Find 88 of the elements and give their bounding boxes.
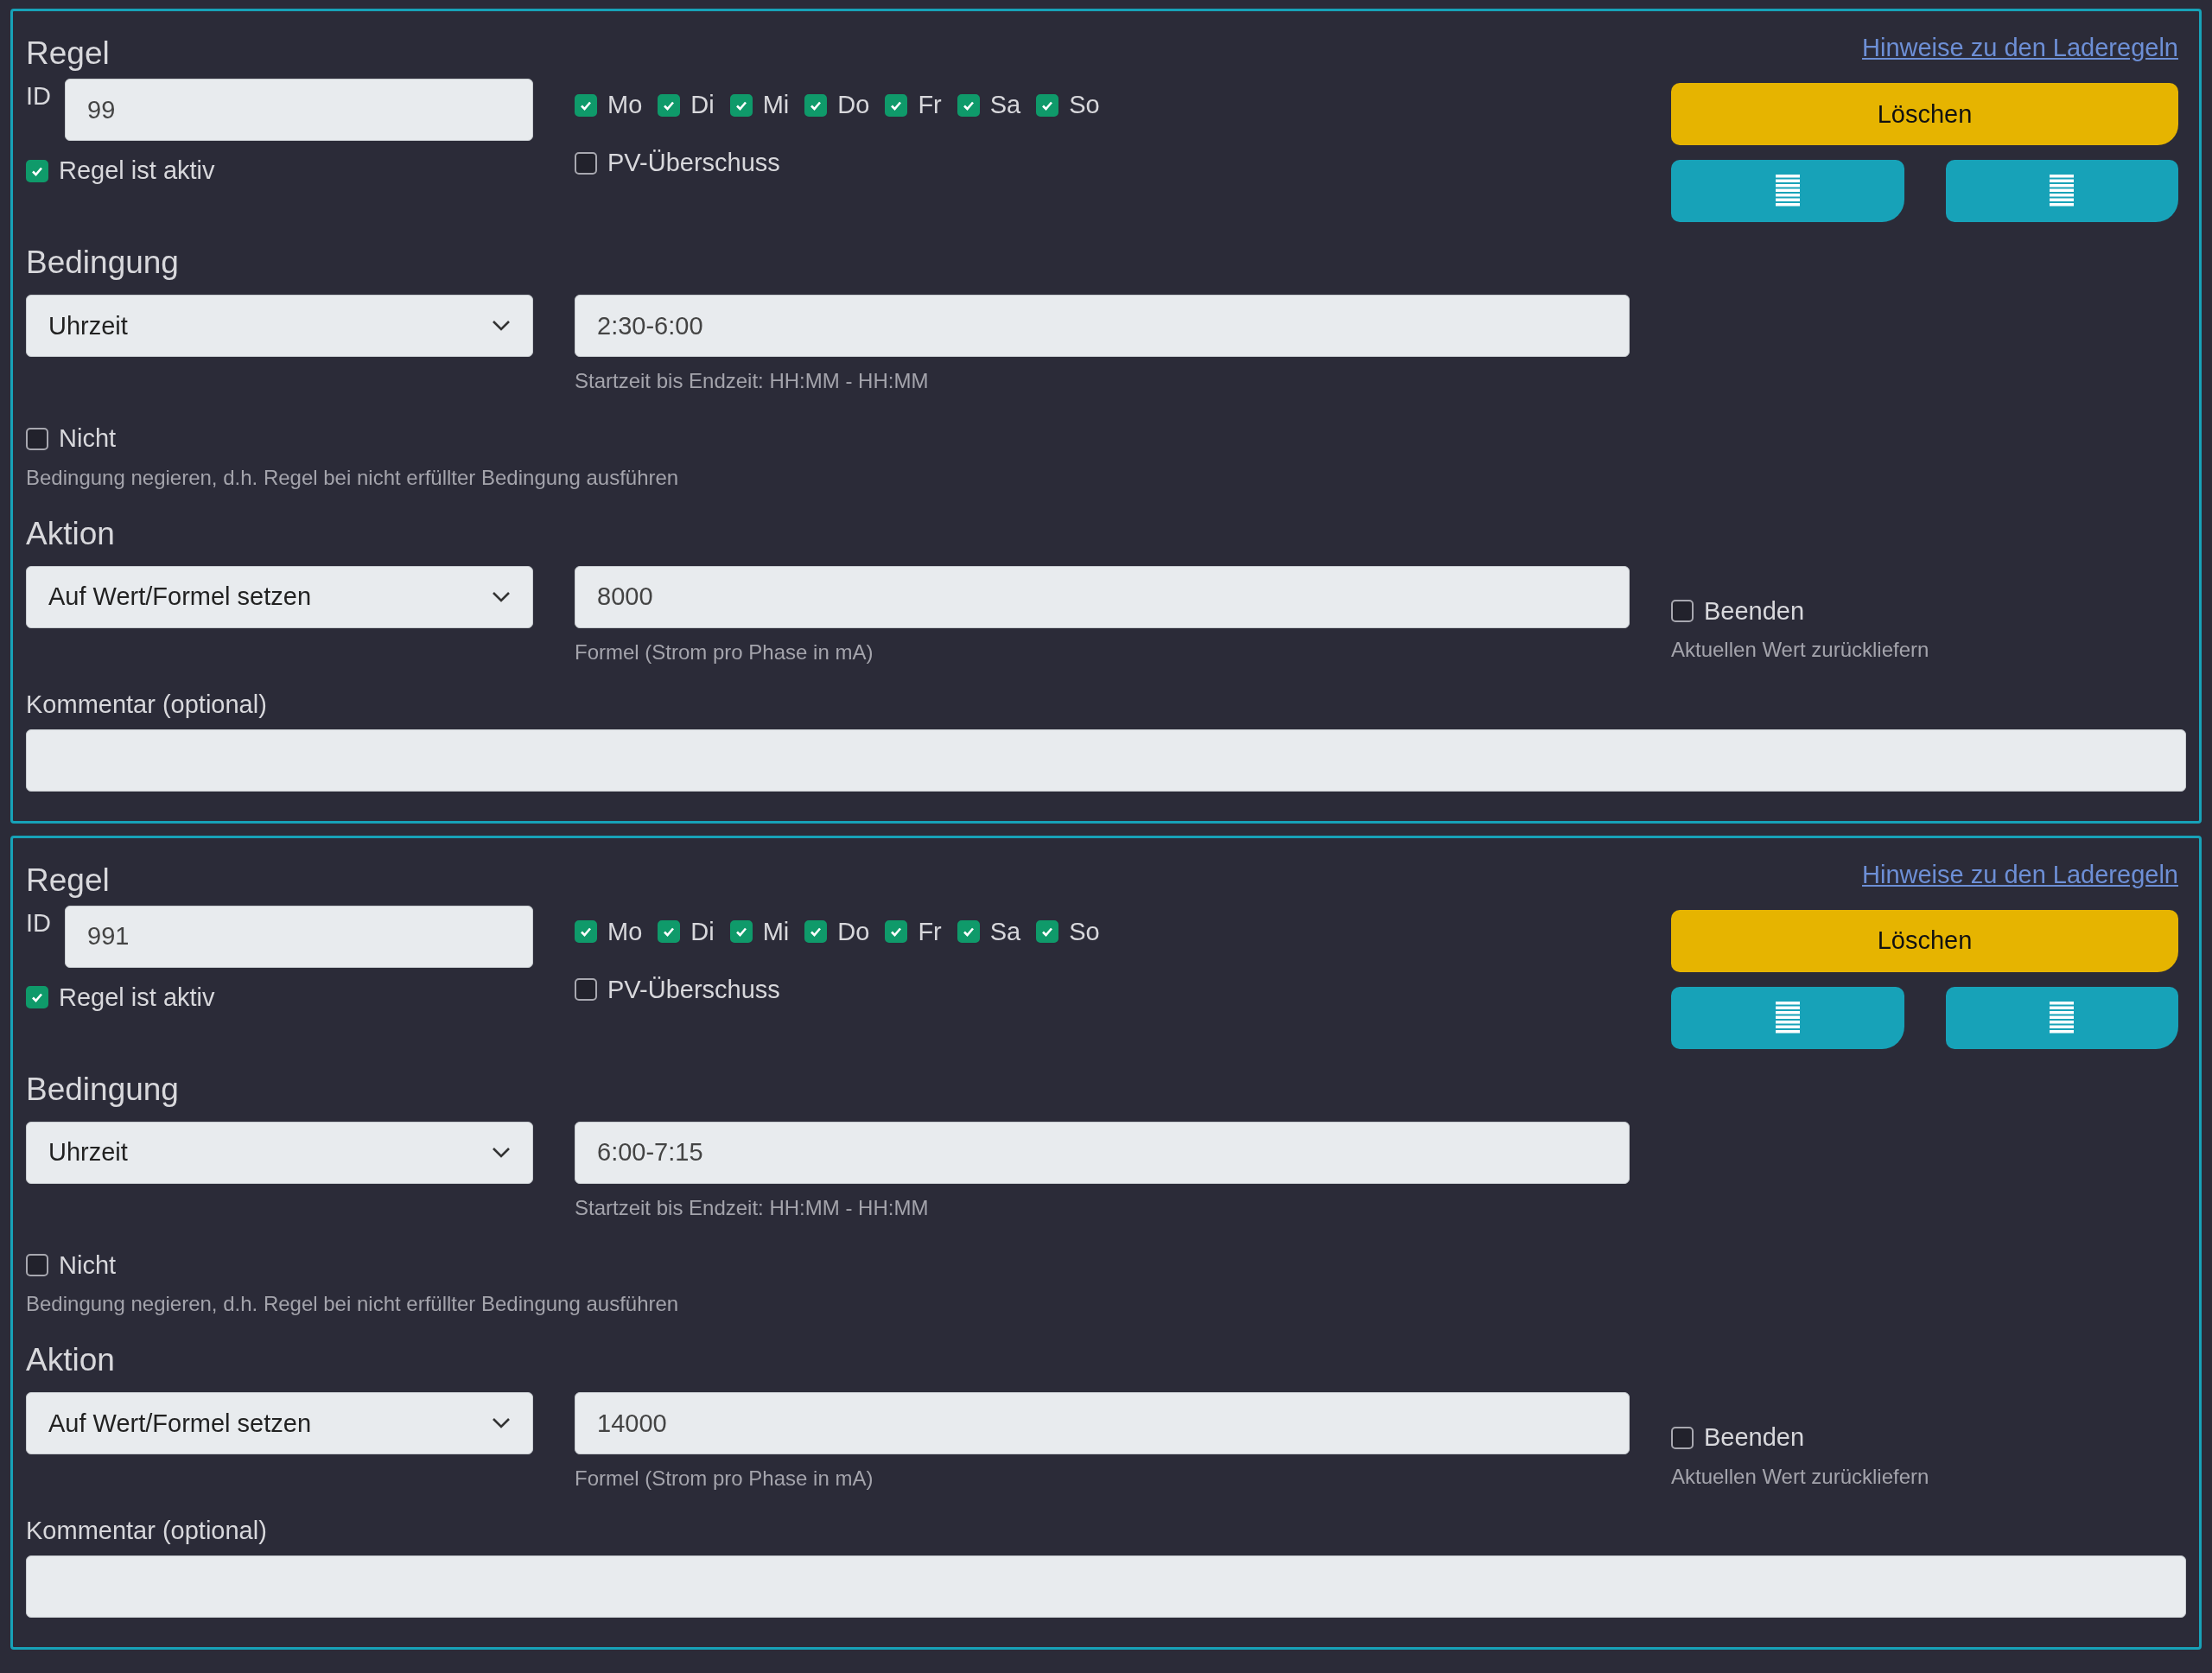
checkbox[interactable] xyxy=(729,93,753,117)
checkbox[interactable] xyxy=(26,159,48,182)
list-button[interactable] xyxy=(1945,986,2178,1049)
checkbox-label: So xyxy=(1069,917,1100,946)
id-field[interactable]: 991 xyxy=(65,905,533,968)
hint-text: Bedingung negieren, d.h. Regel bei nicht erfüllter Bedingung ausführen xyxy=(26,1292,680,1316)
checkbox-label: Mo xyxy=(607,917,643,946)
chevron-down-icon xyxy=(492,1417,511,1429)
action-select[interactable]: Auf Wert/Formel setzen xyxy=(26,1392,533,1454)
checkbox-label: Sa xyxy=(989,91,1021,119)
hint-text: Formel (Strom pro Phase in mA) xyxy=(575,639,874,665)
checkbox[interactable] xyxy=(1036,93,1059,117)
checkbox-label: Di xyxy=(690,917,715,946)
checkbox-label: Regel ist aktiv xyxy=(59,983,215,1012)
list-lines-icon xyxy=(1775,175,1800,207)
checkbox-label: Beenden xyxy=(1704,1423,1805,1452)
checkbox-label: Do xyxy=(837,91,870,119)
checkbox[interactable] xyxy=(575,920,597,943)
id-label: ID xyxy=(26,907,51,938)
checkbox[interactable] xyxy=(1036,920,1059,943)
section-heading: Aktion xyxy=(26,515,116,552)
list-button[interactable] xyxy=(1671,986,1904,1049)
formula-field[interactable]: 8000 xyxy=(575,565,1630,628)
checkbox-label: PV-Überschuss xyxy=(607,975,780,1004)
checkbox[interactable] xyxy=(26,986,48,1008)
checkbox[interactable] xyxy=(885,920,908,943)
checkbox-label: Regel ist aktiv xyxy=(59,156,215,185)
section-heading: Bedingung xyxy=(26,245,180,281)
condition-field[interactable]: 6:00-7:15 xyxy=(575,1121,1630,1184)
condition-select[interactable]: Uhrzeit xyxy=(26,295,533,357)
checkbox[interactable] xyxy=(658,920,681,943)
hint-text: Bedingung negieren, d.h. Regel bei nicht erfüllter Bedingung ausführen xyxy=(26,465,680,490)
hint-text: Formel (Strom pro Phase in mA) xyxy=(575,1466,874,1491)
checkbox-label: Sa xyxy=(989,917,1021,946)
section-heading: Aktion xyxy=(26,1342,116,1378)
delete-button[interactable]: Löschen xyxy=(1671,83,2178,145)
checkbox-label: Mi xyxy=(762,917,790,946)
checkbox[interactable] xyxy=(885,93,908,117)
checkbox[interactable] xyxy=(575,151,597,175)
help-link[interactable]: Hinweise zu den Laderegeln xyxy=(1862,34,2178,62)
checkbox-label: Mi xyxy=(762,91,790,119)
checkbox-label: Nicht xyxy=(59,1250,117,1280)
condition-field[interactable]: 2:30-6:00 xyxy=(575,295,1630,357)
action-select[interactable]: Auf Wert/Formel setzen xyxy=(26,565,533,628)
checkbox-label: PV-Überschuss xyxy=(607,149,780,177)
hint-text: Aktuellen Wert zurückliefern xyxy=(1671,1464,1930,1489)
checkbox-label: Nicht xyxy=(59,424,117,453)
id-field[interactable]: 99 xyxy=(65,79,533,141)
hint-text: Aktuellen Wert zurückliefern xyxy=(1671,638,1930,662)
checkbox[interactable] xyxy=(1671,1426,1694,1449)
list-lines-icon xyxy=(2050,175,2075,207)
comment-field[interactable] xyxy=(26,1555,2186,1618)
list-lines-icon xyxy=(2050,1001,2075,1034)
comment-label: Kommentar (optional) xyxy=(26,690,268,719)
section-title: Regel xyxy=(26,862,111,899)
comment-label: Kommentar (optional) xyxy=(26,1517,268,1545)
checkbox[interactable] xyxy=(26,1254,48,1276)
delete-button[interactable]: Löschen xyxy=(1671,909,2178,972)
section-heading: Bedingung xyxy=(26,1071,180,1108)
formula-field[interactable]: 14000 xyxy=(575,1392,1630,1454)
checkbox-label: Fr xyxy=(918,91,942,119)
help-link[interactable]: Hinweise zu den Laderegeln xyxy=(1862,860,2178,889)
hint-text: Startzeit bis Endzeit: HH:MM - HH:MM xyxy=(575,369,930,393)
checkbox-label: Mo xyxy=(607,91,643,119)
checkbox[interactable] xyxy=(575,93,597,117)
checkbox[interactable] xyxy=(804,93,828,117)
checkbox-label: Beenden xyxy=(1704,596,1805,626)
section-title: Regel xyxy=(26,35,111,72)
checkbox[interactable] xyxy=(575,978,597,1001)
checkbox[interactable] xyxy=(26,427,48,450)
checkbox-label: Fr xyxy=(918,917,942,946)
checkbox[interactable] xyxy=(957,93,980,117)
checkbox-label: So xyxy=(1069,91,1100,119)
checkbox[interactable] xyxy=(658,93,681,117)
condition-select[interactable]: Uhrzeit xyxy=(26,1121,533,1184)
hint-text: Startzeit bis Endzeit: HH:MM - HH:MM xyxy=(575,1195,930,1220)
checkbox-label: Do xyxy=(837,917,870,946)
id-label: ID xyxy=(26,81,51,111)
chevron-down-icon xyxy=(492,1146,511,1159)
checkbox[interactable] xyxy=(957,920,980,943)
list-lines-icon xyxy=(1775,1001,1800,1034)
checkbox[interactable] xyxy=(1671,600,1694,622)
checkbox[interactable] xyxy=(804,920,828,943)
chevron-down-icon xyxy=(492,590,511,603)
checkbox-label: Di xyxy=(690,91,715,119)
checkbox[interactable] xyxy=(729,920,753,943)
chevron-down-icon xyxy=(492,320,511,332)
comment-field[interactable] xyxy=(26,728,2186,792)
